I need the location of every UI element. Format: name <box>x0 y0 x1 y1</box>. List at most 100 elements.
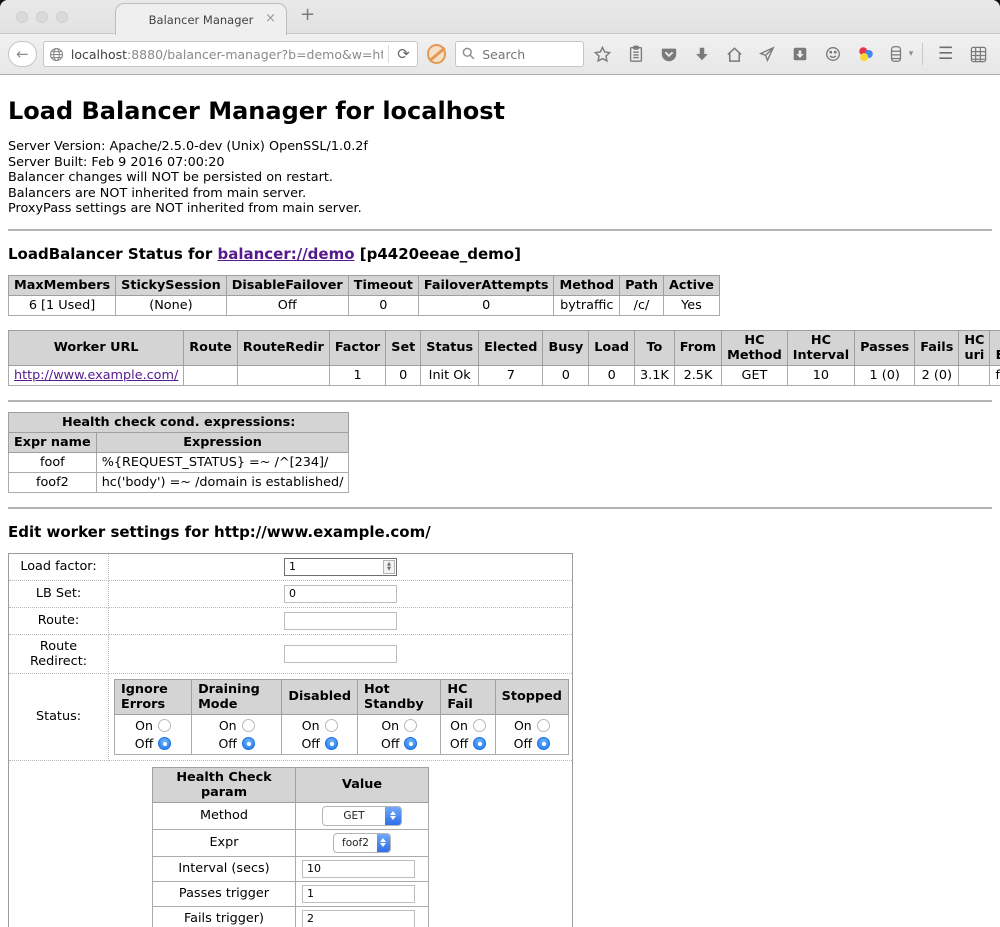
col-hc-uri: HC uri <box>959 330 990 365</box>
off-label: Off <box>135 736 153 751</box>
table-row: http://www.example.com/ 1 0 Init Ok 7 0 … <box>9 365 1000 385</box>
number-spinner-icon[interactable]: ▲▼ <box>383 560 395 574</box>
fails-input[interactable] <box>302 910 415 927</box>
disabled-off-radio[interactable] <box>325 737 338 750</box>
select-stepper-icon <box>385 807 401 825</box>
col-maxmembers: MaxMembers <box>9 275 116 295</box>
hot-standby-on-radio[interactable] <box>404 719 417 732</box>
table-row: foof %{REQUEST_STATUS} =~ /^[234]/ <box>9 452 349 472</box>
server-built-line: Server Built: Feb 9 2016 07:00:20 <box>8 155 992 171</box>
cell-route <box>184 365 238 385</box>
col-route: Route <box>184 330 238 365</box>
passes-input[interactable] <box>302 885 415 903</box>
cell-expression: hc('body') =~ /domain is established/ <box>96 472 349 492</box>
draining-mode-off-radio[interactable] <box>242 737 255 750</box>
off-label: Off <box>301 736 319 751</box>
method-select[interactable]: GET <box>322 806 402 826</box>
tab-title: Balancer Manager <box>149 13 254 27</box>
bookmark-star-icon[interactable] <box>590 40 617 68</box>
tab-close-icon[interactable]: × <box>265 11 276 26</box>
menu-icon[interactable]: ☰ <box>932 40 959 68</box>
hc-fail-off-radio[interactable] <box>473 737 486 750</box>
cell-fails: 2 (0) <box>915 365 959 385</box>
interval-label: Interval (secs) <box>153 856 296 881</box>
share-icon[interactable] <box>754 40 781 68</box>
on-label: On <box>135 718 153 733</box>
hc-row-interval: Interval (secs) <box>153 856 429 881</box>
ignore-errors-off-radio[interactable] <box>158 737 171 750</box>
status-radio-row: On Off On Off On Off <box>115 714 569 754</box>
container-caret-icon[interactable]: ▾ <box>909 49 914 59</box>
balancer-heading-suffix: [p4420eeae_demo] <box>355 245 521 263</box>
home-icon[interactable] <box>721 40 748 68</box>
navigation-toolbar: ← localhost:8880/balancer-manager?b=demo… <box>0 34 1000 75</box>
cell-set: 0 <box>386 365 421 385</box>
cell-disablefailover: Off <box>226 295 348 315</box>
worker-status-table: Worker URL Route RouteRedir Factor Set S… <box>8 330 1000 386</box>
table-row: foof2 hc('body') =~ /domain is establish… <box>9 472 349 492</box>
off-label: Off <box>514 736 532 751</box>
pocket-icon[interactable] <box>655 40 682 68</box>
method-select-value: GET <box>323 810 385 822</box>
col-busy: Busy <box>543 330 589 365</box>
minimize-window-button[interactable] <box>36 11 48 23</box>
col-disabled: Disabled <box>282 679 358 714</box>
close-window-button[interactable] <box>16 11 28 23</box>
url-bar[interactable]: localhost:8880/balancer-manager?b=demo&w… <box>43 41 418 67</box>
zoom-window-button[interactable] <box>56 11 68 23</box>
lb-set-input[interactable] <box>284 585 397 603</box>
globe-icon <box>48 41 66 67</box>
download-icon[interactable] <box>688 40 715 68</box>
cell-active: Yes <box>663 295 719 315</box>
balancer-demo-link[interactable]: balancer://demo <box>217 245 354 263</box>
content-blocked-icon[interactable] <box>427 44 446 64</box>
expr-select[interactable]: foof2 <box>333 833 391 853</box>
reading-list-icon[interactable] <box>622 40 649 68</box>
tile-tabs-icon[interactable] <box>965 40 992 68</box>
hot-standby-off-radio[interactable] <box>404 737 417 750</box>
back-button[interactable]: ← <box>8 41 37 67</box>
persist-note-line: Balancer changes will NOT be persisted o… <box>8 170 992 186</box>
url-text: localhost:8880/balancer-manager?b=demo&w… <box>71 47 383 62</box>
table-header-row: MaxMembers StickySession DisableFailover… <box>9 275 720 295</box>
forum-smiley-icon[interactable] <box>820 40 847 68</box>
balancer-heading-prefix: LoadBalancer Status for <box>8 245 217 263</box>
route-input[interactable] <box>284 612 397 630</box>
search-input[interactable] <box>480 46 570 63</box>
stopped-on-radio[interactable] <box>537 719 550 732</box>
hc-fail-on-radio[interactable] <box>473 719 486 732</box>
divider <box>8 507 992 509</box>
cell-status: Init Ok <box>421 365 479 385</box>
disabled-on-radio[interactable] <box>325 719 338 732</box>
status-label: Status: <box>9 673 109 760</box>
ignore-errors-on-radio[interactable] <box>158 719 171 732</box>
balancer-status-table: MaxMembers StickySession DisableFailover… <box>8 275 720 316</box>
col-failoverattempts: FailoverAttempts <box>418 275 554 295</box>
fails-label: Fails trigger) <box>153 906 296 927</box>
table-row: 6 [1 Used] (None) Off 0 0 bytraffic /c/ … <box>9 295 720 315</box>
col-stickysession: StickySession <box>116 275 227 295</box>
form-row-route-redirect: Route Redirect: <box>9 634 573 673</box>
tab-balancer-manager[interactable]: Balancer Manager × <box>115 3 287 35</box>
url-divider <box>388 45 389 63</box>
passes-label: Passes trigger <box>153 881 296 906</box>
col-worker-url: Worker URL <box>9 330 184 365</box>
table-title-row: Health check cond. expressions: <box>9 412 349 432</box>
col-expression: Expression <box>96 432 349 452</box>
new-tab-button[interactable]: + <box>300 4 315 25</box>
col-path: Path <box>620 275 664 295</box>
interval-input[interactable] <box>302 860 415 878</box>
worker-url-link[interactable]: http://www.example.com/ <box>14 368 178 383</box>
reload-icon[interactable]: ⟳ <box>394 45 413 63</box>
draining-mode-on-radio[interactable] <box>242 719 255 732</box>
container-icon[interactable] <box>886 40 907 68</box>
save-to-device-icon[interactable] <box>787 40 814 68</box>
search-bar[interactable] <box>455 41 583 67</box>
stopped-off-radio[interactable] <box>537 737 550 750</box>
col-active: Active <box>663 275 719 295</box>
colors-palette-icon[interactable] <box>853 40 880 68</box>
route-redirect-input[interactable] <box>284 645 397 663</box>
col-hc-fail: HC Fail <box>441 679 495 714</box>
cell-maxmembers: 6 [1 Used] <box>9 295 116 315</box>
load-factor-input[interactable] <box>284 558 397 576</box>
